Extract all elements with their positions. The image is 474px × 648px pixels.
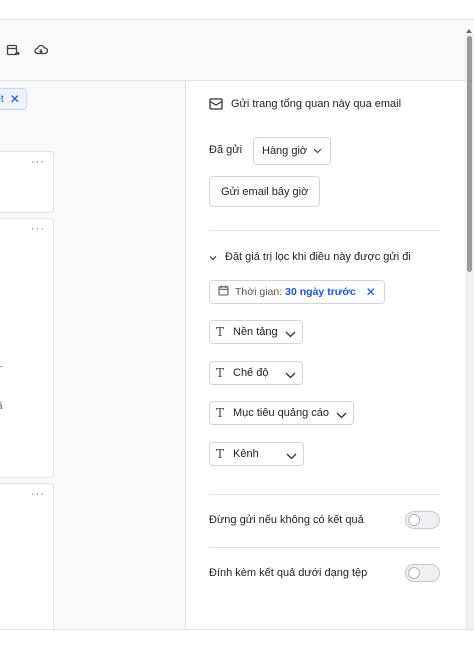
more-options-icon[interactable]: ··· xyxy=(31,488,45,500)
filter-chip-label: ết xyxy=(0,93,4,105)
dimension-select-ad-objective[interactable]: T Mục tiêu quảng cáo xyxy=(209,401,355,425)
calendar-icon xyxy=(218,285,229,299)
text-type-icon: T xyxy=(216,366,225,380)
dashboard-card[interactable]: ··· xyxy=(0,483,54,629)
chevron-down-icon xyxy=(313,145,322,157)
dimension-label: Mục tiêu quảng cáo xyxy=(233,407,330,419)
sent-frequency-label: Đã gửi xyxy=(209,144,243,156)
close-icon[interactable]: ✕ xyxy=(366,285,376,299)
filters-header-text: Đặt giá trị lọc khi điều này được gửi đi xyxy=(225,251,411,263)
dimension-label: Chế độ xyxy=(233,367,269,379)
section-divider xyxy=(209,230,440,231)
email-settings-panel: Gửi trang tổng quan này qua email Đã gửi… xyxy=(187,81,465,629)
section-divider xyxy=(209,494,440,495)
card-text-fragment: ã xyxy=(0,401,3,412)
active-filter-chip[interactable]: ết ✕ xyxy=(0,88,27,110)
dimension-select-channel[interactable]: T Kênh xyxy=(209,442,304,466)
dashboard-left-pane: ết ✕ ··· ··· – ã ··· xyxy=(0,81,186,629)
filters-section-toggle[interactable]: Đặt giá trị lọc khi điều này được gửi đi xyxy=(209,251,411,263)
toggle-knob xyxy=(408,567,420,579)
stop-if-empty-toggle[interactable] xyxy=(405,511,440,529)
time-filter-chip[interactable]: Thời gian: 30 ngày trước ✕ xyxy=(209,280,385,304)
toggle-knob xyxy=(408,514,420,526)
chevron-down-icon xyxy=(285,329,296,337)
mail-icon xyxy=(209,98,223,110)
send-email-now-button[interactable]: Gửi email bây giờ xyxy=(209,176,321,207)
dashboard-card[interactable]: ··· xyxy=(0,151,54,213)
cloud-download-icon[interactable] xyxy=(34,43,49,57)
time-filter-label: Thời gian: xyxy=(235,286,283,298)
bottom-bar xyxy=(0,629,474,648)
section-divider xyxy=(209,547,440,548)
close-icon[interactable]: ✕ xyxy=(10,92,20,106)
email-section-title: Gửi trang tổng quan này qua email xyxy=(209,98,401,110)
chevron-down-icon xyxy=(286,451,297,459)
attach-file-row: Đính kèm kết quả dưới dạng tệp xyxy=(209,564,440,582)
chevron-down-icon xyxy=(209,253,217,261)
calendar-export-icon[interactable] xyxy=(6,43,20,57)
top-bar xyxy=(0,0,474,20)
dimension-label: Kênh xyxy=(233,448,259,460)
dimension-select-platform[interactable]: T Nền tảng xyxy=(209,320,303,344)
card-text-fragment: – xyxy=(0,361,3,372)
email-title-text: Gửi trang tổng quan này qua email xyxy=(231,98,402,110)
dimension-select-mode[interactable]: T Chế độ xyxy=(209,361,304,385)
dashboard-toolbar xyxy=(0,20,474,81)
scrollbar-thumb[interactable] xyxy=(467,36,472,272)
attach-file-toggle[interactable] xyxy=(405,564,440,582)
more-options-icon[interactable]: ··· xyxy=(31,223,45,235)
text-type-icon: T xyxy=(216,406,225,420)
dimension-label: Nền tảng xyxy=(233,326,278,338)
time-filter-value: 30 ngày trước xyxy=(285,286,356,298)
attach-file-label: Đính kèm kết quả dưới dạng tệp xyxy=(209,567,368,579)
chevron-down-icon xyxy=(336,410,347,418)
text-type-icon: T xyxy=(216,325,225,339)
stop-if-empty-row: Đừng gửi nếu không có kết quả xyxy=(209,511,440,529)
scroll-up-icon[interactable] xyxy=(466,29,472,33)
chevron-down-icon xyxy=(285,370,296,378)
frequency-select[interactable]: Hàng giờ xyxy=(253,137,332,165)
stop-if-empty-label: Đừng gửi nếu không có kết quả xyxy=(209,514,364,526)
more-options-icon[interactable]: ··· xyxy=(31,156,45,168)
text-type-icon: T xyxy=(216,447,225,461)
vertical-scrollbar[interactable] xyxy=(465,29,474,635)
dashboard-card[interactable]: ··· – ã xyxy=(0,218,54,478)
frequency-value: Hàng giờ xyxy=(262,145,308,157)
